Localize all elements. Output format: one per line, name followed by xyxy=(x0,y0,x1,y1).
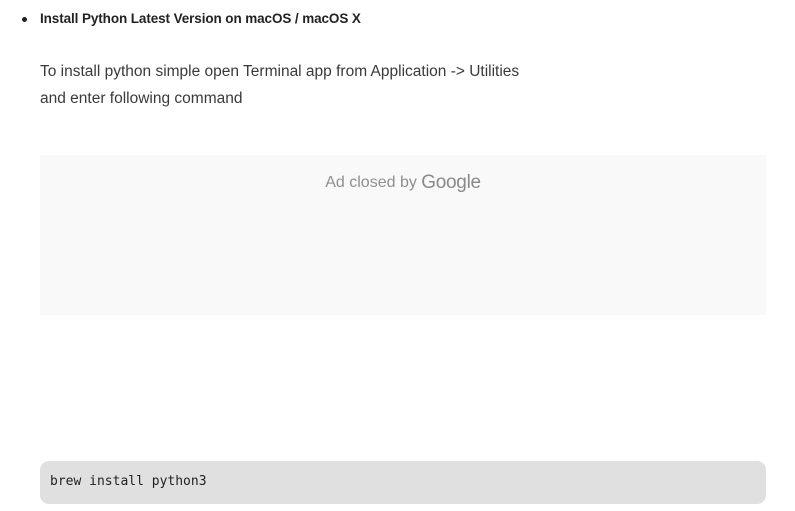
instruction-paragraph: To install python simple open Terminal a… xyxy=(40,58,600,112)
google-logo: Google xyxy=(421,172,481,193)
bullet-dot-icon xyxy=(22,17,27,22)
ad-closed-notice: Ad closed by Google xyxy=(40,172,766,194)
code-block[interactable]: brew install python3 xyxy=(40,461,766,504)
code-command[interactable]: brew install python3 xyxy=(50,474,207,489)
paragraph-line-2: and enter following command xyxy=(40,90,243,107)
paragraph-line-1: To install python simple open Terminal a… xyxy=(40,63,520,80)
ad-closed-label: Ad closed by xyxy=(325,174,417,191)
section-heading: Install Python Latest Version on macOS /… xyxy=(40,11,361,26)
ad-placeholder: Ad closed by Google xyxy=(40,155,766,315)
